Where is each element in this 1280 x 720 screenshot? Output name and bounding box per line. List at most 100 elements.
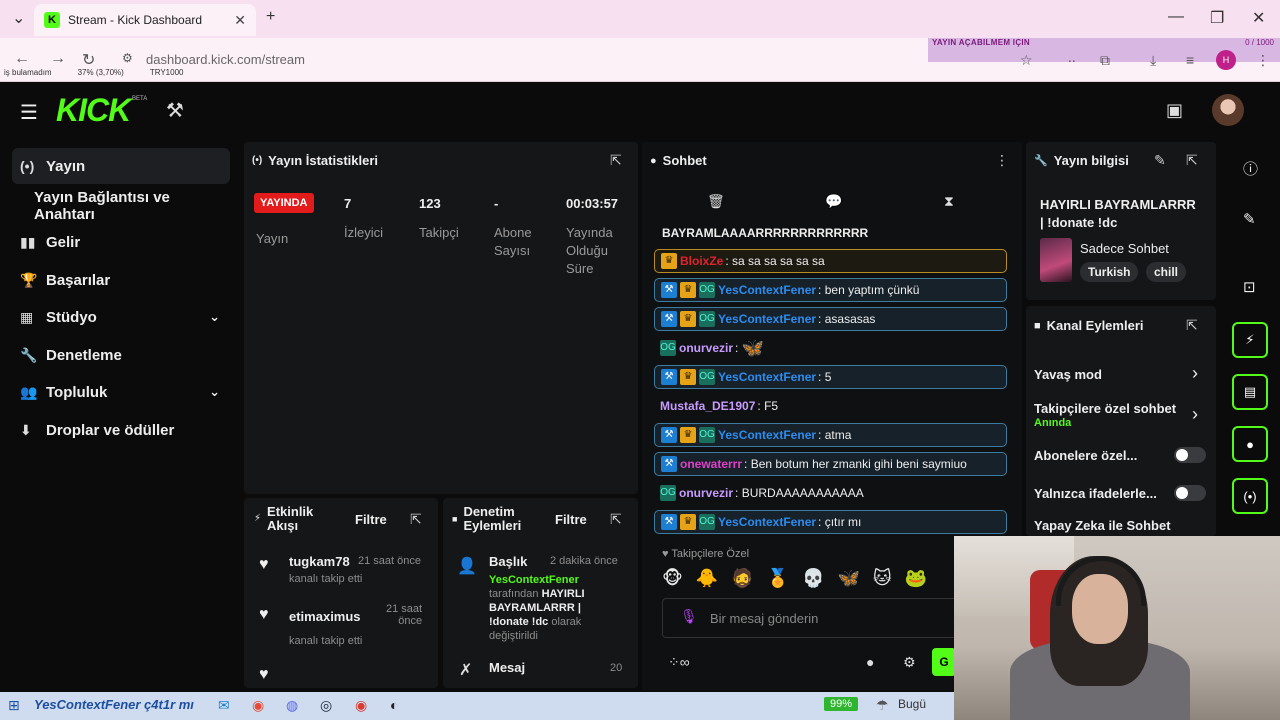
- activity-user[interactable]: tugkam78: [289, 554, 350, 569]
- sidebar-item-gelir[interactable]: ▮▮ Gelir: [12, 224, 230, 260]
- rail-broadcast-button[interactable]: (•): [1232, 478, 1268, 514]
- creator-icon[interactable]: ▣: [1166, 100, 1183, 121]
- microphone-icon[interactable]: 🎙: [680, 608, 698, 625]
- chat-username[interactable]: Mustafa_DE1907: [660, 399, 755, 413]
- chat-username[interactable]: YesContextFener: [718, 283, 816, 297]
- category-thumbnail[interactable]: [1040, 238, 1072, 282]
- new-tab-button[interactable]: +: [266, 8, 275, 26]
- sidebar-item-stream-key[interactable]: Yayın Bağlantısı ve Anahtarı: [12, 188, 230, 224]
- emotes-only-toggle[interactable]: [1174, 485, 1206, 501]
- capture-icon[interactable]: ⊡: [1243, 278, 1256, 296]
- download-icon[interactable]: ⤓: [1150, 52, 1156, 69]
- emote-icon[interactable]: 🦋: [838, 568, 860, 589]
- send-button[interactable]: G: [932, 648, 956, 676]
- chevron-right-icon[interactable]: ›: [1192, 404, 1198, 425]
- bookmark-item[interactable]: 37% (3,70%): [78, 68, 124, 82]
- chat-username[interactable]: YesContextFener: [718, 515, 816, 529]
- chrome-icon[interactable]: ◉: [252, 697, 264, 714]
- site-info-icon[interactable]: ⚙: [122, 51, 133, 65]
- chat-username[interactable]: onurvezir: [679, 341, 733, 355]
- hammer-icon[interactable]: ⚒: [166, 98, 184, 123]
- sidebar-item-yayin[interactable]: (•) Yayın: [12, 148, 230, 184]
- emote-icon[interactable]: 🐥: [696, 568, 718, 589]
- emote-icon[interactable]: 🧔: [731, 568, 753, 589]
- activity-user[interactable]: etimaximus: [289, 609, 361, 624]
- followers-chat-item[interactable]: Takipçilere özel sohbet: [1034, 401, 1176, 416]
- popout-icon[interactable]: ⇱: [1186, 152, 1198, 169]
- url-field[interactable]: ⚙ dashboard.kick.com/stream: [118, 45, 918, 73]
- minimize-icon[interactable]: —: [1168, 8, 1184, 26]
- category-name[interactable]: Sadece Sohbet: [1080, 241, 1169, 256]
- kick-logo[interactable]: KICK: [56, 92, 131, 129]
- gear-icon[interactable]: ⚙: [903, 654, 916, 671]
- mail-icon[interactable]: ✉: [218, 697, 230, 714]
- user-avatar[interactable]: [1212, 94, 1244, 126]
- chat-username[interactable]: YesContextFener: [718, 312, 816, 326]
- chat-username[interactable]: onewaterrr: [680, 457, 742, 471]
- windows-start-icon[interactable]: ⊞: [8, 697, 20, 714]
- forward-icon[interactable]: →: [50, 50, 66, 68]
- rail-notes-button[interactable]: ▤: [1232, 374, 1268, 410]
- chat-message[interactable]: ⚒ ♛ OG YesContextFener: asasasas: [654, 307, 1007, 331]
- chat-bubble-icon[interactable]: ●: [866, 654, 874, 670]
- popout-icon[interactable]: ⇱: [1186, 317, 1198, 334]
- chat-bubble-icon[interactable]: 💬: [825, 193, 842, 210]
- chat-message[interactable]: ⚒ ♛ OG YesContextFener: 5: [654, 365, 1007, 389]
- chat-menu-icon[interactable]: ⋮: [995, 152, 1009, 169]
- sidebar-item-topluluk[interactable]: 👥 Topluluk ⌄: [12, 374, 230, 410]
- slow-mode-item[interactable]: Yavaş mod: [1034, 367, 1102, 382]
- chat-message[interactable]: ⚒ ♛ OG YesContextFener: ben yaptım çünkü: [654, 278, 1007, 302]
- trash-icon[interactable]: 🗑: [707, 193, 725, 210]
- browser-tab[interactable]: K Stream - Kick Dashboard ✕: [34, 4, 256, 36]
- ai-chat-item[interactable]: Yapay Zeka ile Sohbet: [1034, 518, 1171, 534]
- chat-message[interactable]: ⚒ ♛ OG YesContextFener: çıtır mı: [654, 510, 1007, 534]
- chat-username[interactable]: YesContextFener: [718, 370, 816, 384]
- menu-dots-icon[interactable]: ⋮: [1256, 52, 1270, 69]
- close-window-icon[interactable]: ✕: [1252, 8, 1265, 28]
- popout-icon[interactable]: ⇱: [610, 152, 622, 169]
- emote-icon[interactable]: 🐵: [662, 568, 683, 589]
- back-icon[interactable]: ←: [14, 50, 30, 68]
- puzzle-icon[interactable]: ⧉: [1100, 52, 1110, 69]
- obs-icon[interactable]: ◐: [390, 697, 398, 713]
- chat-username[interactable]: onurvezir: [679, 486, 733, 500]
- emote-icon[interactable]: 🏅: [767, 568, 789, 589]
- subs-only-toggle[interactable]: [1174, 447, 1206, 463]
- users-icon[interactable]: ⁘∞: [668, 654, 690, 671]
- discord-icon[interactable]: ◍: [286, 697, 298, 714]
- chat-message[interactable]: ⚒ ♛ OG YesContextFener: atma: [654, 423, 1007, 447]
- pencil-icon[interactable]: ✎: [1154, 152, 1166, 169]
- steam-icon[interactable]: ◎: [320, 697, 332, 714]
- sidebar-item-basarilar[interactable]: 🏆 Başarılar: [12, 262, 230, 298]
- extensions-icon[interactable]: ∙∙: [1068, 52, 1076, 68]
- chat-message[interactable]: ♛ BloixZe: sa sa sa sa sa sa: [654, 249, 1007, 273]
- hourglass-icon[interactable]: ⧗: [944, 193, 954, 210]
- reading-list-icon[interactable]: ≡: [1186, 52, 1194, 68]
- tag-chip[interactable]: Turkish: [1080, 262, 1139, 282]
- reload-icon[interactable]: ↻: [82, 50, 95, 70]
- chat-message[interactable]: Mustafa_DE1907: F5: [654, 394, 1007, 418]
- chevron-down-icon[interactable]: ⌄: [209, 309, 220, 325]
- maximize-icon[interactable]: ❐: [1210, 8, 1224, 28]
- bookmark-star-icon[interactable]: ☆: [1020, 52, 1033, 69]
- sidebar-item-droplar[interactable]: ⬇ Droplar ve ödüller: [12, 412, 230, 448]
- emote-icon[interactable]: 🐱: [873, 568, 892, 589]
- chevron-right-icon[interactable]: ›: [1192, 363, 1198, 384]
- close-tab-icon[interactable]: ✕: [234, 12, 246, 29]
- hamburger-menu-icon[interactable]: ☰: [20, 100, 38, 125]
- bookmark-item[interactable]: TRY1000: [150, 68, 184, 82]
- chat-message[interactable]: OG onurvezir: 🦋: [654, 336, 1007, 360]
- popout-icon[interactable]: ⇱: [610, 511, 622, 528]
- chat-username[interactable]: BloixZe: [680, 254, 723, 268]
- activity-filter-button[interactable]: Filtre: [355, 512, 387, 527]
- bookmark-item[interactable]: iş bulamadım: [4, 68, 52, 82]
- popout-icon[interactable]: ⇱: [410, 511, 422, 528]
- moderation-filter-button[interactable]: Filtre: [555, 512, 587, 527]
- emote-icon[interactable]: 🐸: [905, 568, 927, 589]
- chat-username[interactable]: YesContextFener: [718, 428, 816, 442]
- sidebar-item-denetleme[interactable]: 🔧 Denetleme: [12, 337, 230, 373]
- rail-lightning-button[interactable]: ⚡: [1232, 322, 1268, 358]
- chrome-icon[interactable]: ◉: [355, 697, 367, 714]
- sidebar-item-studyo[interactable]: ▦ Stüdyo ⌄: [12, 299, 230, 335]
- tab-list-icon[interactable]: ⌄: [12, 8, 25, 28]
